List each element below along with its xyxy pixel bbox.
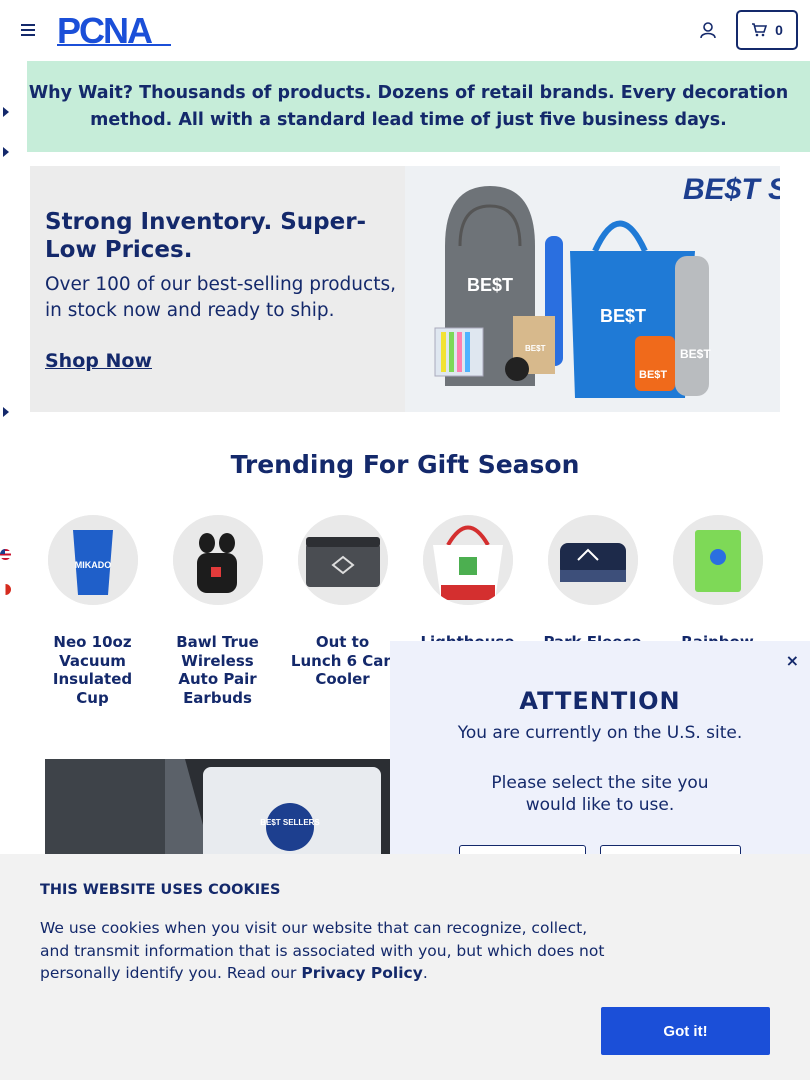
product-thumbnail[interactable] bbox=[172, 515, 263, 605]
svg-text:BE$T SELLERS: BE$T SELLERS bbox=[260, 818, 320, 827]
svg-text:BE$T: BE$T bbox=[639, 369, 667, 381]
cart-icon bbox=[752, 23, 768, 37]
hero-subtitle: Over 100 of our best-selling products, i… bbox=[45, 274, 396, 321]
user-icon[interactable] bbox=[699, 21, 717, 39]
product-card[interactable]: Park Fleece bbox=[530, 515, 655, 652]
accept-cookies-button[interactable]: Got it! bbox=[601, 1007, 770, 1055]
cart-count: 0 bbox=[775, 22, 783, 38]
privacy-policy-link[interactable]: Privacy Policy bbox=[301, 964, 423, 982]
cookie-period: . bbox=[422, 964, 428, 982]
product-card[interactable]: MIKADO Neo 10oz Vacuum Insulated Cup bbox=[30, 515, 155, 707]
product-card[interactable]: Bawl True Wireless Auto Pair Earbuds bbox=[155, 515, 280, 707]
cookie-text: We use cookies when you visit our websit… bbox=[40, 917, 610, 985]
product-name[interactable]: Neo 10oz Vacuum Insulated Cup bbox=[30, 633, 155, 707]
product-name[interactable]: Bawl True Wireless Auto Pair Earbuds bbox=[155, 633, 280, 707]
svg-text:MIKADO: MIKADO bbox=[74, 560, 111, 570]
product-thumbnail[interactable]: MIKADO bbox=[47, 515, 138, 605]
product-thumbnail[interactable] bbox=[297, 515, 388, 605]
modal-title: ATTENTION bbox=[519, 687, 681, 715]
svg-text:BE$T: BE$T bbox=[600, 306, 646, 326]
product-name[interactable]: Out to Lunch 6 Can Cooler bbox=[280, 633, 405, 689]
logo-text: PCNA bbox=[57, 13, 153, 47]
hero-image: BE$T SELLERS BE$T BE$T BE$T BE$T BE$T bbox=[405, 166, 780, 412]
svg-text:BE$T: BE$T bbox=[680, 347, 711, 361]
product-card[interactable]: Lighthouse bbox=[405, 515, 530, 652]
product-thumbnail[interactable] bbox=[422, 515, 513, 605]
promo-banner: Why Wait? Thousands of products. Dozens … bbox=[27, 61, 810, 152]
site-selector-modal: × ATTENTION You are currently on the U.S… bbox=[390, 641, 810, 885]
best-sellers-badge: BE$T SELLERS bbox=[683, 173, 780, 206]
banner-text: Why Wait? Thousands of products. Dozens … bbox=[28, 82, 789, 130]
carousel-arrow-icon[interactable] bbox=[3, 407, 9, 417]
cart-button[interactable]: 0 bbox=[736, 10, 798, 50]
svg-text:BE$T: BE$T bbox=[525, 344, 546, 353]
svg-text:BE$T: BE$T bbox=[467, 275, 513, 295]
site-header: PCNA 0 bbox=[0, 0, 810, 61]
menu-icon[interactable] bbox=[21, 24, 35, 36]
promo-tablet-image[interactable]: BE$T SELLERS bbox=[45, 759, 395, 869]
product-card[interactable]: Out to Lunch 6 Can Cooler bbox=[280, 515, 405, 689]
trending-title: Trending For Gift Season bbox=[230, 450, 580, 479]
product-thumbnail[interactable] bbox=[672, 515, 763, 605]
cookie-banner: THIS WEBSITE USES COOKIES We use cookies… bbox=[0, 854, 810, 1080]
shop-now-link[interactable]: Shop Now bbox=[45, 350, 152, 372]
product-thumbnail[interactable] bbox=[547, 515, 638, 605]
pcna-logo[interactable]: PCNA bbox=[57, 10, 177, 51]
cookie-title: THIS WEBSITE USES COOKIES bbox=[40, 882, 281, 898]
hero-section: Strong Inventory. Super-Low Prices. Over… bbox=[30, 166, 780, 412]
hero-title: Strong Inventory. Super-Low Prices. bbox=[45, 209, 367, 263]
modal-current-site-text: You are currently on the U.S. site. bbox=[457, 723, 743, 743]
svg-text:BE$T SELLERS: BE$T SELLERS bbox=[683, 173, 780, 206]
close-icon[interactable]: × bbox=[786, 651, 799, 670]
us-flag-icon[interactable] bbox=[0, 549, 11, 560]
carousel-arrow-icon[interactable] bbox=[3, 147, 9, 157]
product-card[interactable]: Rainbow bbox=[655, 515, 780, 652]
modal-instruction-text: Please select the site you would like to… bbox=[491, 773, 709, 815]
canada-flag-icon[interactable] bbox=[0, 584, 11, 595]
